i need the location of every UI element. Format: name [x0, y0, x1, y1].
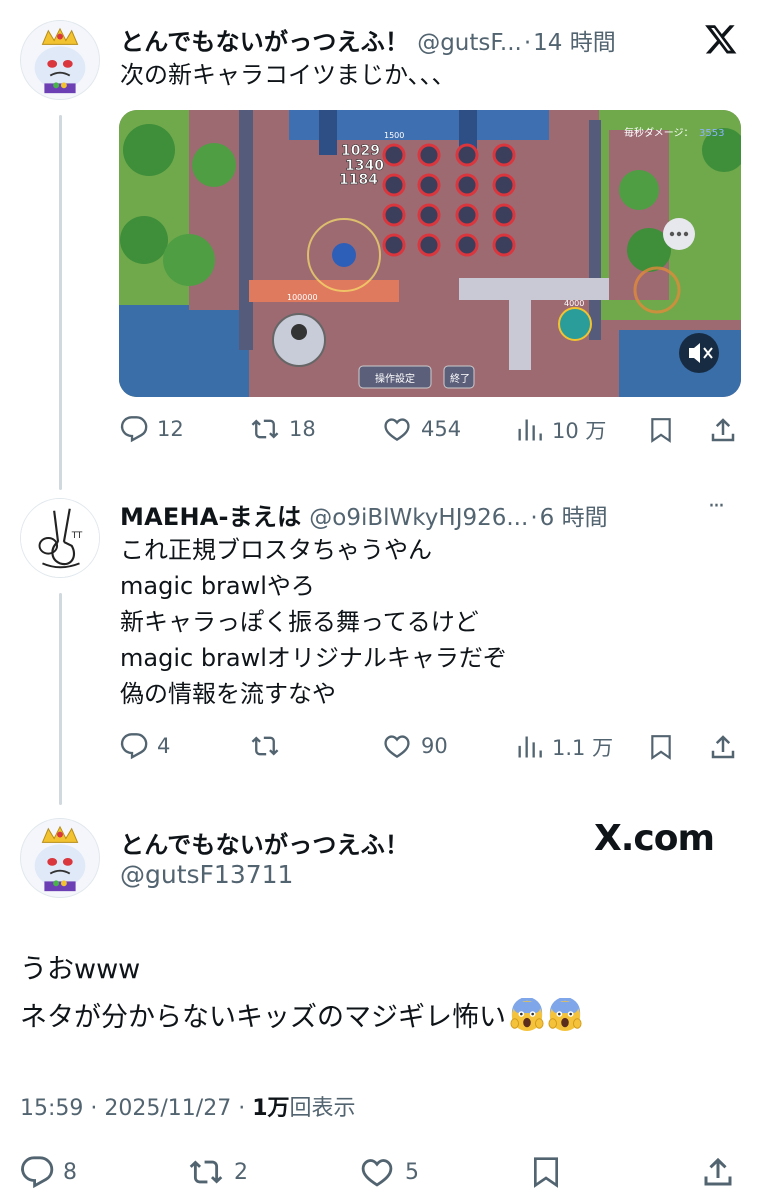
bookmark-button[interactable]	[530, 1153, 562, 1191]
views-icon	[518, 419, 542, 441]
bookmark-button[interactable]	[648, 732, 674, 762]
tweet-text-line: magic brawlやろ	[120, 572, 315, 600]
views-label: 回表示	[289, 1096, 356, 1121]
retweet-button[interactable]: 18	[250, 415, 316, 443]
views-count: 10 万	[552, 419, 607, 443]
tweet-text-line: これ正規ブロスタちゃうやん	[120, 536, 432, 564]
like-button[interactable]: 90	[382, 732, 448, 760]
reply-count: 4	[157, 734, 171, 758]
avatar-image	[21, 819, 99, 897]
damage-per-sec-label: 毎秒ダメージ：	[624, 126, 694, 139]
reply-button[interactable]: 4	[120, 732, 170, 760]
player-hp-label: 4000	[564, 299, 584, 308]
timestamp[interactable]: 6 時間	[540, 498, 608, 532]
retweet-button[interactable]: 2	[187, 1155, 248, 1189]
like-count: 454	[421, 417, 462, 441]
game-screenshot: 1500 1029 1340 1184 100000 4000 毎秒ダメージ： …	[119, 110, 741, 397]
bookmark-icon	[651, 735, 671, 760]
more-icon[interactable]: ···	[708, 494, 725, 519]
avatar-image: TT	[21, 499, 99, 577]
avatar[interactable]: TT	[20, 498, 100, 578]
tweet-media-video[interactable]: 1500 1029 1340 1184 100000 4000 毎秒ダメージ： …	[119, 110, 741, 397]
separator: ·	[523, 30, 532, 56]
main-tweet-line: うおwww	[20, 954, 141, 985]
share-icon	[711, 735, 735, 759]
bookmark-button[interactable]	[648, 415, 674, 445]
fear-emoji-icon	[548, 998, 582, 1032]
retweet-icon	[189, 1160, 223, 1184]
damage-popup: 1029	[341, 143, 380, 159]
handle[interactable]: @gutsF13711	[120, 860, 293, 889]
reply-icon	[120, 733, 148, 760]
retweet-icon	[251, 419, 279, 439]
display-name[interactable]: MAEHA-まえは	[120, 497, 301, 532]
tweet-text-line: 偽の情報を流すなや	[120, 680, 336, 708]
avatar-image	[21, 21, 99, 99]
controls-button[interactable]: 操作設定	[375, 372, 415, 385]
tweet-text-line: magic brawlオリジナルキャラだぞ	[120, 644, 507, 672]
handle[interactable]: @o9iBlWkyHJ926...	[309, 505, 528, 531]
thread-line	[59, 593, 62, 805]
fear-emoji-icon	[510, 998, 544, 1032]
like-icon	[361, 1159, 393, 1187]
reply-button[interactable]: 8	[20, 1155, 77, 1189]
mute-icon[interactable]	[679, 333, 719, 373]
tweet-text-line: 新キャラっぽく振る舞ってるけど	[120, 608, 479, 636]
post-date[interactable]: 2025/11/27	[104, 1096, 231, 1121]
damage-popup: 1184	[339, 172, 378, 188]
timestamp[interactable]: 14 時間	[533, 23, 616, 57]
share-button[interactable]	[708, 732, 738, 762]
avatar[interactable]	[20, 20, 100, 100]
enemy-hp-label: 1500	[384, 131, 404, 140]
reply-count: 12	[157, 417, 184, 441]
reply-button[interactable]: 12	[120, 415, 184, 443]
reply-count: 8	[63, 1159, 77, 1185]
like-count: 5	[405, 1159, 419, 1185]
tweet-text: 次の新キャラコイツまじか、、、	[120, 61, 456, 89]
share-icon	[704, 1157, 732, 1186]
bookmark-icon	[534, 1157, 558, 1188]
like-icon	[384, 735, 410, 758]
views-button[interactable]: 10 万	[515, 415, 606, 445]
main-tweet-line: ネタが分からないキッズのマジギレ怖い	[20, 1002, 506, 1033]
bookmark-icon	[651, 418, 671, 443]
avatar[interactable]	[20, 818, 100, 898]
display-name[interactable]: とんでもないがっつえふ！	[120, 825, 409, 860]
damage-per-sec-value: 3553	[699, 128, 724, 139]
like-button[interactable]: 454	[382, 415, 461, 443]
reply-icon	[21, 1156, 54, 1189]
retweet-button[interactable]	[250, 732, 289, 760]
svg-text:TT: TT	[71, 531, 83, 541]
views-count: 1万	[252, 1096, 290, 1121]
display-name[interactable]: とんでもないがっつえふ！	[120, 22, 409, 57]
like-button[interactable]: 5	[358, 1155, 419, 1189]
handle[interactable]: @gutsF...	[417, 30, 522, 56]
retweet-count: 2	[234, 1159, 248, 1185]
post-time[interactable]: 15:59	[20, 1096, 83, 1121]
views-button[interactable]: 1.1 万	[515, 732, 613, 762]
x-logo-icon[interactable]	[704, 22, 738, 56]
thread-line	[59, 115, 62, 490]
like-count: 90	[421, 734, 448, 758]
like-icon	[384, 418, 410, 441]
separator: ·	[530, 505, 538, 531]
separator: ·	[90, 1096, 98, 1121]
share-button[interactable]	[700, 1153, 736, 1191]
share-icon	[711, 418, 735, 442]
separator: ·	[238, 1096, 246, 1121]
views-count: 1.1 万	[552, 736, 614, 760]
chat-bubble-icon[interactable]	[663, 218, 695, 250]
retweet-icon	[251, 736, 279, 756]
views-icon	[518, 736, 542, 758]
share-button[interactable]	[708, 415, 738, 445]
exit-button[interactable]: 終了	[450, 372, 470, 385]
retweet-count: 18	[289, 417, 316, 441]
tweet-meta: 15:59 · 2025/11/27 · 1万回表示	[20, 1090, 356, 1122]
x-com-watermark: X.com	[594, 818, 715, 859]
reply-icon	[120, 416, 148, 443]
robot-hp-label: 100000	[287, 293, 318, 302]
